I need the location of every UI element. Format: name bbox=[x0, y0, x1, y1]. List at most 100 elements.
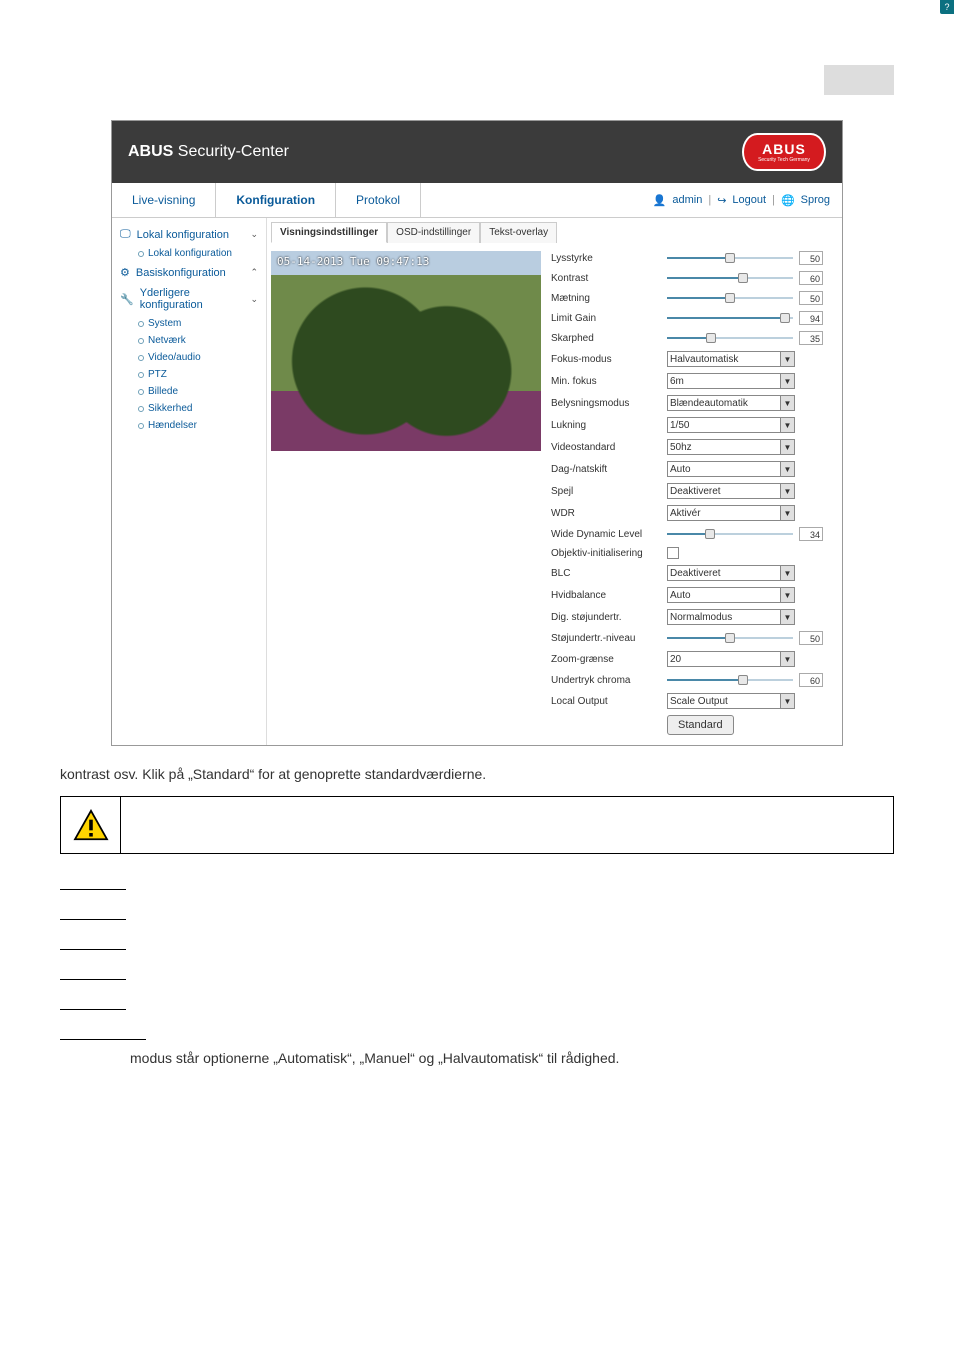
row-dig-stojundertr: Dig. støjundertr. Normalmodus▼ bbox=[551, 609, 838, 625]
row-dagnatskift: Dag-/natskift Auto▼ bbox=[551, 461, 838, 477]
slider-maetning[interactable] bbox=[667, 294, 793, 302]
row-objektiv-init: Objektiv-initialisering bbox=[551, 547, 838, 559]
sidebar-item-netvaerk[interactable]: Netværk bbox=[112, 332, 266, 349]
row-fokusmodus: Fokus-modus Halvautomatisk▼ bbox=[551, 351, 838, 367]
warning-text bbox=[121, 797, 893, 853]
select-minfokus[interactable]: 6m▼ bbox=[667, 373, 795, 389]
row-minfokus: Min. fokus 6m▼ bbox=[551, 373, 838, 389]
row-undertryk-chroma: Undertryk chroma 60 bbox=[551, 673, 838, 687]
bullet-icon bbox=[138, 251, 144, 257]
value-maetning: 50 bbox=[799, 291, 823, 305]
select-belysningsmodus[interactable]: Blændeautomatik▼ bbox=[667, 395, 795, 411]
value-chroma: 60 bbox=[799, 673, 823, 687]
user-bar: 👤 admin | ↪ Logout | 🌐 Sprog bbox=[641, 194, 842, 207]
value-limitgain: 94 bbox=[799, 311, 823, 325]
tab-konfiguration[interactable]: Konfiguration bbox=[216, 183, 336, 217]
row-limitgain: Limit Gain 94 bbox=[551, 311, 838, 325]
lang-link[interactable]: Sprog bbox=[801, 194, 830, 206]
wrench-icon: 🔧 bbox=[120, 293, 134, 306]
row-videostandard: Videostandard 50hz▼ bbox=[551, 439, 838, 455]
select-lukning[interactable]: 1/50▼ bbox=[667, 417, 795, 433]
row-skarphed: Skarphed 35 bbox=[551, 331, 838, 345]
settings-panel: Lysstyrke 50 Kontrast 60 Mætning bbox=[551, 251, 838, 741]
paragraph-intro: kontrast osv. Klik på „Standard“ for at … bbox=[60, 766, 894, 782]
sidebar-item-lokal-konfiguration[interactable]: Lokal konfiguration bbox=[112, 245, 266, 262]
row-maetning: Mætning 50 bbox=[551, 291, 838, 305]
logout-link[interactable]: Logout bbox=[732, 194, 766, 206]
sidebar-item-system[interactable]: System bbox=[112, 315, 266, 332]
row-spejl: Spejl Deaktiveret▼ bbox=[551, 483, 838, 499]
row-wide-dynamic-level: Wide Dynamic Level 34 bbox=[551, 527, 838, 541]
tab-live-visning[interactable]: Live-visning bbox=[112, 183, 216, 217]
select-dagnatskift[interactable]: Auto▼ bbox=[667, 461, 795, 477]
underline-placeholder-4 bbox=[60, 962, 126, 980]
row-standard-button: Standard bbox=[551, 715, 838, 735]
chevron-down-icon: ⌄ bbox=[250, 294, 258, 305]
user-icon: 👤 bbox=[653, 194, 667, 207]
warning-icon-cell bbox=[61, 797, 121, 853]
row-belysningsmodus: Belysningsmodus Blændeautomatik▼ bbox=[551, 395, 838, 411]
select-local-output[interactable]: Scale Output▼ bbox=[667, 693, 795, 709]
sub-tabs: Visningsindstillinger OSD-indstillinger … bbox=[271, 222, 838, 243]
underline-placeholder-2 bbox=[60, 902, 126, 920]
select-wdr[interactable]: Aktivér▼ bbox=[667, 505, 795, 521]
checkbox-objektiv-init[interactable] bbox=[667, 547, 679, 559]
logo-text: ABUS bbox=[762, 141, 806, 157]
chevron-down-icon: ▼ bbox=[780, 374, 794, 388]
user-name: admin bbox=[672, 194, 702, 206]
select-zoom-graense[interactable]: 20▼ bbox=[667, 651, 795, 667]
sidebar-yderligere-konfiguration[interactable]: 🔧 Yderligere konfiguration ⌄ bbox=[112, 283, 266, 315]
slider-limitgain[interactable] bbox=[667, 314, 793, 322]
sidebar-basiskonfiguration[interactable]: ⚙ Basiskonfiguration ⌃ bbox=[112, 262, 266, 283]
slider-skarphed[interactable] bbox=[667, 334, 793, 342]
chevron-down-icon: ▼ bbox=[780, 566, 794, 580]
slider-stojniveau[interactable] bbox=[667, 634, 793, 642]
content-area: Visningsindstillinger OSD-indstillinger … bbox=[267, 218, 842, 745]
tab-protokol[interactable]: Protokol bbox=[336, 183, 421, 217]
underline-placeholder-6 bbox=[60, 1022, 146, 1040]
preview-osd-text: 05-14-2013 Tue 09:47:13 bbox=[277, 255, 429, 268]
chevron-down-icon: ▼ bbox=[780, 440, 794, 454]
chevron-down-icon: ▼ bbox=[780, 484, 794, 498]
sidebar: 🖵 Lokal konfiguration ⌄ Lokal konfigurat… bbox=[112, 218, 267, 745]
sidebar-item-video-audio[interactable]: Video/audio bbox=[112, 349, 266, 366]
slider-wdl[interactable] bbox=[667, 530, 793, 538]
help-icon[interactable]: ? bbox=[940, 0, 954, 14]
warning-box bbox=[60, 796, 894, 854]
sidebar-item-billede[interactable]: Billede bbox=[112, 383, 266, 400]
underline-placeholder-3 bbox=[60, 932, 126, 950]
screen-icon: 🖵 bbox=[120, 228, 131, 241]
subtab-tekst-overlay[interactable]: Tekst-overlay bbox=[480, 222, 557, 243]
chevron-down-icon: ▼ bbox=[780, 396, 794, 410]
select-dig-stojundertr[interactable]: Normalmodus▼ bbox=[667, 609, 795, 625]
sidebar-item-sikkerhed[interactable]: Sikkerhed bbox=[112, 400, 266, 417]
underline-placeholder-5 bbox=[60, 992, 126, 1010]
sidebar-lokal-konfiguration[interactable]: 🖵 Lokal konfiguration ⌄ bbox=[112, 224, 266, 245]
select-videostandard[interactable]: 50hz▼ bbox=[667, 439, 795, 455]
select-spejl[interactable]: Deaktiveret▼ bbox=[667, 483, 795, 499]
select-fokusmodus[interactable]: Halvautomatisk▼ bbox=[667, 351, 795, 367]
value-skarphed: 35 bbox=[799, 331, 823, 345]
standard-button[interactable]: Standard bbox=[667, 715, 734, 735]
globe-icon: 🌐 bbox=[781, 194, 795, 207]
sidebar-item-haendelser[interactable]: Hændelser bbox=[112, 417, 266, 434]
slider-lysstyrke[interactable] bbox=[667, 254, 793, 262]
subtab-osd-indstillinger[interactable]: OSD-indstillinger bbox=[387, 222, 480, 243]
brand-rest: Security-Center bbox=[173, 143, 289, 160]
value-wdl: 34 bbox=[799, 527, 823, 541]
chevron-down-icon: ⌄ bbox=[250, 229, 258, 240]
row-stojniveau: Støjundertr.-niveau 50 bbox=[551, 631, 838, 645]
row-hvidbalance: Hvidbalance Auto▼ bbox=[551, 587, 838, 603]
subtab-visningsindstillinger[interactable]: Visningsindstillinger bbox=[271, 222, 387, 243]
select-hvidbalance[interactable]: Auto▼ bbox=[667, 587, 795, 603]
top-bar: ABUS Security-Center ABUS Security Tech … bbox=[112, 121, 842, 183]
row-kontrast: Kontrast 60 bbox=[551, 271, 838, 285]
slider-kontrast[interactable] bbox=[667, 274, 793, 282]
row-blc: BLC Deaktiveret▼ bbox=[551, 565, 838, 581]
select-blc[interactable]: Deaktiveret▼ bbox=[667, 565, 795, 581]
sidebar-item-ptz[interactable]: PTZ bbox=[112, 366, 266, 383]
chevron-down-icon: ▼ bbox=[780, 506, 794, 520]
chevron-down-icon: ▼ bbox=[780, 418, 794, 432]
gear-icon: ⚙ bbox=[120, 266, 130, 279]
slider-chroma[interactable] bbox=[667, 676, 793, 684]
